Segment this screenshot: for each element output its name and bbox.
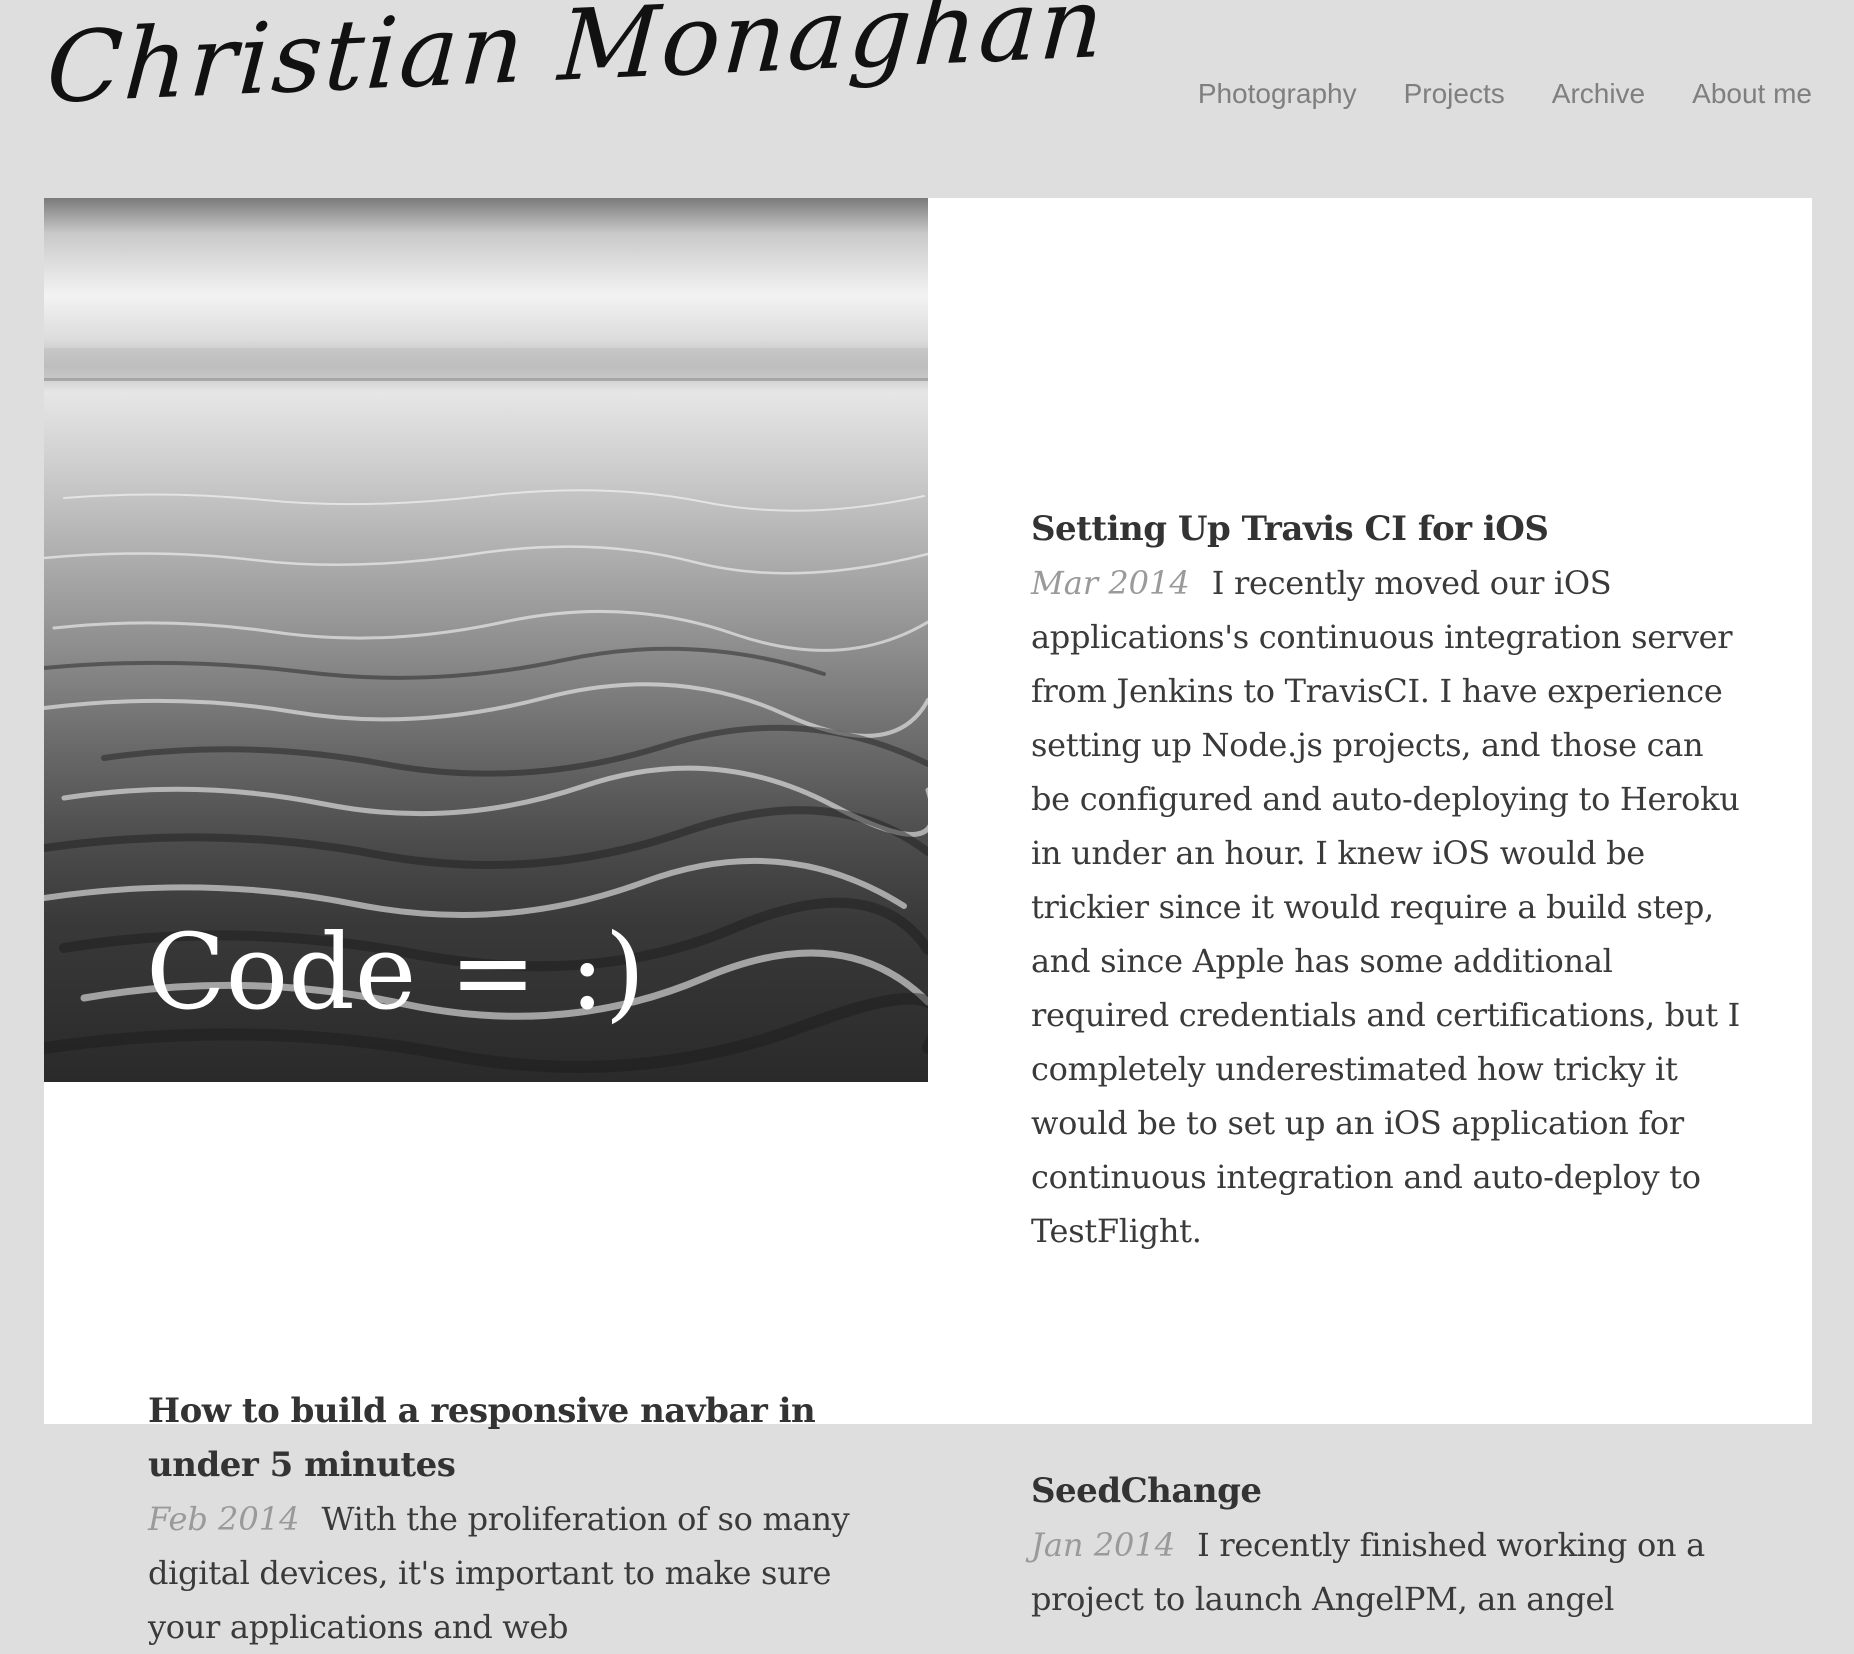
site-header: Christian Monaghan Photography Projects … — [0, 0, 1854, 198]
hero-caption: Code = :) — [146, 911, 646, 1033]
post-card: SeedChange Jan 2014 I recently finished w… — [1031, 1464, 1751, 1626]
post-title[interactable]: SeedChange — [1031, 1464, 1751, 1518]
site-logo[interactable]: Christian Monaghan — [44, 0, 1109, 126]
main-nav: Photography Projects Archive About me — [1198, 78, 1812, 110]
post-date: Mar 2014 — [1031, 564, 1190, 602]
post-excerpt: I recently moved our iOS applications's … — [1031, 564, 1741, 1250]
nav-item-archive[interactable]: Archive — [1552, 78, 1645, 110]
content-area: Code = :) Setting Up Travis CI for iOS M… — [44, 198, 1812, 1646]
nav-item-photography[interactable]: Photography — [1198, 78, 1357, 110]
post-title[interactable]: Setting Up Travis CI for iOS — [1031, 502, 1751, 556]
nav-item-projects[interactable]: Projects — [1404, 78, 1505, 110]
nav-item-about-me[interactable]: About me — [1692, 78, 1812, 110]
post-date: Feb 2014 — [148, 1500, 300, 1538]
post-card: Setting Up Travis CI for iOS Mar 2014 I r… — [1031, 502, 1751, 1258]
post-date: Jan 2014 — [1031, 1526, 1176, 1564]
hero-image[interactable]: Code = :) — [44, 198, 928, 1082]
post-card: How to build a responsive navbar in unde… — [148, 1384, 868, 1654]
post-title[interactable]: How to build a responsive navbar in unde… — [148, 1384, 868, 1492]
